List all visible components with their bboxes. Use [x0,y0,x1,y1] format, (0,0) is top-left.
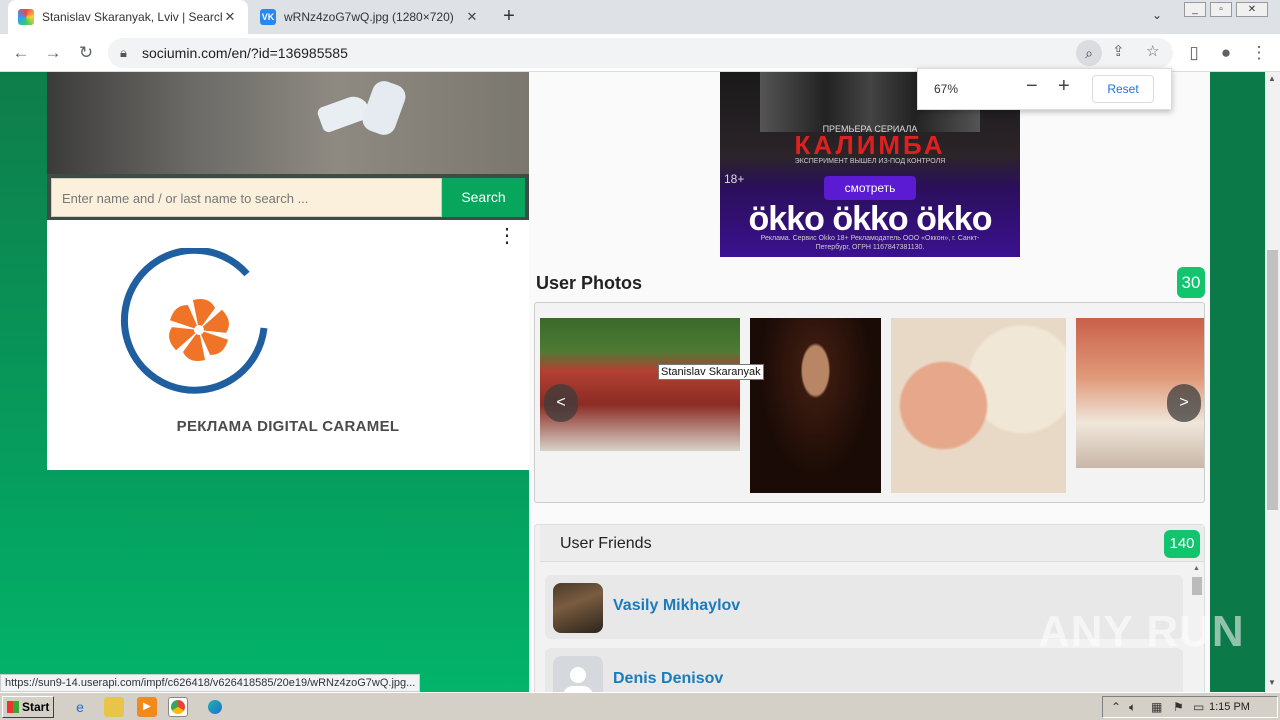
friends-scroll-thumb[interactable] [1192,577,1202,595]
scroll-down-icon[interactable]: ▼ [1268,678,1276,687]
url-text[interactable]: sociumin.com/en/?id=136985585 [142,45,348,61]
tab-image[interactable]: VK wRNz4zoG7wQ.jpg (1280×720) ✕ [250,0,490,34]
close-window-button[interactable]: ✕ [1236,2,1268,17]
tab-title: wRNz4zoG7wQ.jpg (1280×720) [284,10,454,24]
vk-favicon-icon: VK [260,9,276,25]
okko-title: КАЛИМБА [794,130,946,160]
search-input[interactable]: Enter name and / or last name to search … [51,178,442,217]
start-button[interactable]: Start [2,696,54,718]
sneaker-right [359,77,409,139]
friends-header: User Friends [540,525,1204,562]
page-content: Enter name and / or last name to search … [0,72,1265,692]
main-column: ПРЕМЬЕРА СЕРИАЛА КАЛИМБА ЭКСПЕРИМЕНТ ВЫШ… [529,72,1210,692]
photo-tooltip: Stanislav Skaranyak [658,364,764,380]
tab-sociumin[interactable]: Stanislav Skaranyak, Lviv | Search In ✕ [8,0,248,34]
taskbar: Start e ▶ ⌃ 🔈︎ ▦ ⚑ ▭ 1:15 PM [0,692,1280,720]
okko-age: 18+ [724,172,745,186]
media-player-icon[interactable]: ▶ [137,697,157,717]
tab-search-chevron-icon[interactable]: ⌄ [1152,8,1162,22]
photos-title: User Photos [536,273,643,293]
side-panel-icon[interactable]: ▯ [1183,42,1205,64]
forward-icon[interactable]: → [42,42,64,64]
lock-icon[interactable]: 🔒︎ [120,45,127,61]
ad-digital-caramel[interactable]: ⋮ РЕКЛАМА DIGITAL CARAMEL [47,220,529,470]
friend-avatar-placeholder-icon[interactable] [553,656,603,692]
zoom-out-button[interactable]: − [1026,75,1038,98]
okko-watch-button[interactable]: смотреть [824,176,916,200]
ie-icon[interactable]: e [70,697,90,717]
start-label: Start [22,700,50,714]
menu-icon[interactable]: ⋮ [1248,42,1270,64]
tab-strip: Stanislav Skaranyak, Lviv | Search In ✕ … [0,0,1280,34]
anyrun-watermark: ANY RUN [1038,607,1245,656]
ad-brand-text: РЕКЛАМА DIGITAL CARAMEL [176,418,400,435]
zoom-icon[interactable]: ⌕ [1076,40,1102,66]
photo-1[interactable] [540,318,740,451]
clock: 1:15 PM [1209,701,1250,713]
zoom-level: 67% [934,82,959,96]
hero-image [47,72,529,174]
carousel-next-button[interactable]: > [1167,384,1201,422]
volume-icon[interactable]: 🔈︎ [1129,700,1136,715]
friend-avatar[interactable] [553,583,603,633]
search-button[interactable]: Search [442,178,525,217]
okko-legal: Реклама. Сервис Okko 18+ Рекламодатель О… [760,235,980,251]
sociumin-favicon-icon [18,9,34,25]
search-bar: Enter name and / or last name to search … [47,174,529,220]
flag-icon[interactable]: ⚑ [1173,700,1184,714]
new-tab-button[interactable]: + [498,6,520,28]
zoom-in-button[interactable]: + [1058,75,1070,98]
photo-3[interactable] [891,318,1066,493]
tab-title: Stanislav Skaranyak, Lviv | Search In [42,10,222,24]
friends-count-badge: 140 [1164,530,1200,558]
status-url: https://sun9-14.userapi.com/impf/c626418… [0,674,421,692]
maximize-button[interactable]: ▫ [1210,2,1232,17]
friend-name[interactable]: Vasily Mikhaylov [613,597,740,615]
page-scroll-thumb[interactable] [1267,250,1278,510]
caramel-logo-icon [120,248,268,394]
bookmark-star-icon[interactable]: ☆ [1146,42,1159,60]
minimize-button[interactable]: _ [1184,2,1206,17]
zoom-popup: 67% − + Reset [917,68,1172,110]
scroll-up-icon[interactable]: ▲ [1268,74,1276,83]
close-tab-icon[interactable]: ✕ [464,9,480,25]
photo-carousel: < > Stanislav Skaranyak [534,302,1205,503]
carousel-prev-button[interactable]: < [544,384,578,422]
tray-chevron-icon[interactable]: ⌃ [1111,700,1121,714]
back-icon[interactable]: ← [10,42,32,64]
browser-toolbar: ← → ↻ 🔒︎ sociumin.com/en/?id=136985585 ⌕… [0,34,1280,72]
profile-icon[interactable]: ● [1215,42,1237,64]
reload-icon[interactable]: ↻ [75,42,97,64]
windows-logo-icon [7,701,19,713]
system-tray: ⌃ 🔈︎ ▦ ⚑ ▭ 1:15 PM [1102,696,1278,718]
edge-icon[interactable] [205,697,225,717]
close-tab-icon[interactable]: ✕ [222,9,238,25]
share-icon[interactable]: ⇪ [1112,42,1125,60]
okko-subtitle: ЭКСПЕРИМЕНТ ВЫШЕЛ ИЗ-ПОД КОНТРОЛЯ [794,158,946,165]
photo-2[interactable] [750,318,881,493]
explorer-folder-icon[interactable] [104,697,124,717]
zoom-reset-button[interactable]: Reset [1092,75,1154,103]
photos-count-badge: 30 [1177,267,1205,298]
friend-name[interactable]: Denis Denisov [613,670,723,688]
friends-title: User Friends [560,535,652,552]
page-scrollbar[interactable]: ▲ ▼ [1265,72,1280,692]
chrome-icon[interactable] [168,697,188,717]
monitor-icon[interactable]: ▭ [1193,700,1204,714]
network-icon[interactable]: ▦ [1151,700,1162,714]
right-background [1210,72,1265,692]
address-bar[interactable]: 🔒︎ sociumin.com/en/?id=136985585 ⌕ ⇪ ☆ [108,38,1173,68]
ad-menu-icon[interactable]: ⋮ [497,226,517,246]
